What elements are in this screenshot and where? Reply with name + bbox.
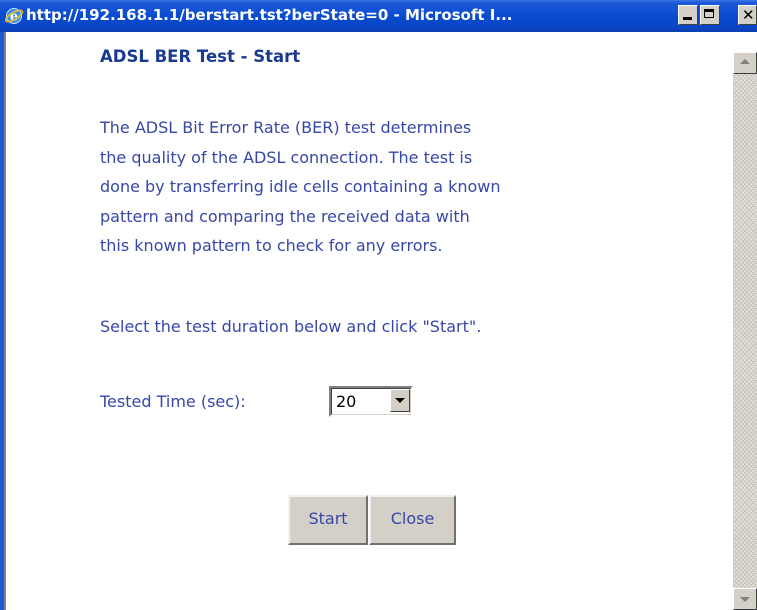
ie-icon: e (4, 8, 24, 25)
tested-time-select[interactable]: 20 (329, 386, 413, 417)
browser-popup-window: e http://192.168.1.1/berstart.tst?berSta… (0, 0, 757, 610)
description-line: this known pattern to check for any erro… (100, 236, 443, 255)
maximize-icon (704, 9, 714, 18)
minimize-icon (683, 17, 692, 20)
page-title: ADSL BER Test - Start (100, 47, 301, 66)
description-line: pattern and comparing the received data … (100, 206, 470, 226)
arrow-up-icon (740, 59, 750, 64)
description-line: the quality of the ADSL connection. The … (100, 147, 473, 167)
description-line: done by transferring idle cells containi… (100, 177, 501, 196)
close-icon: ✕ (742, 6, 755, 24)
description-line: The ADSL Bit Error Rate (BER) test deter… (100, 118, 472, 137)
arrow-down-icon (740, 597, 750, 602)
close-window-button[interactable]: ✕ (738, 5, 757, 25)
chevron-down-icon (395, 398, 405, 403)
instruction-text: Select the test duration below and click… (100, 317, 482, 336)
tested-time-value: 20 (336, 392, 357, 411)
title-bar[interactable]: e http://192.168.1.1/berstart.tst?berSta… (0, 0, 757, 32)
maximize-button[interactable] (700, 5, 720, 25)
start-button[interactable]: Start (288, 495, 368, 545)
description-paragraph: The ADSL Bit Error Rate (BER) test deter… (100, 113, 660, 261)
close-button[interactable]: Close (369, 495, 456, 545)
window-title: http://192.168.1.1/berstart.tst?berState… (26, 6, 513, 24)
tested-time-label: Tested Time (sec): (100, 392, 246, 411)
scroll-down-button[interactable] (733, 588, 757, 610)
dropdown-button[interactable] (390, 389, 410, 412)
scroll-up-button[interactable] (733, 52, 757, 74)
scrollbar-top-gap (733, 32, 757, 52)
vertical-scrollbar[interactable] (733, 32, 757, 610)
minimize-button[interactable] (678, 5, 698, 25)
